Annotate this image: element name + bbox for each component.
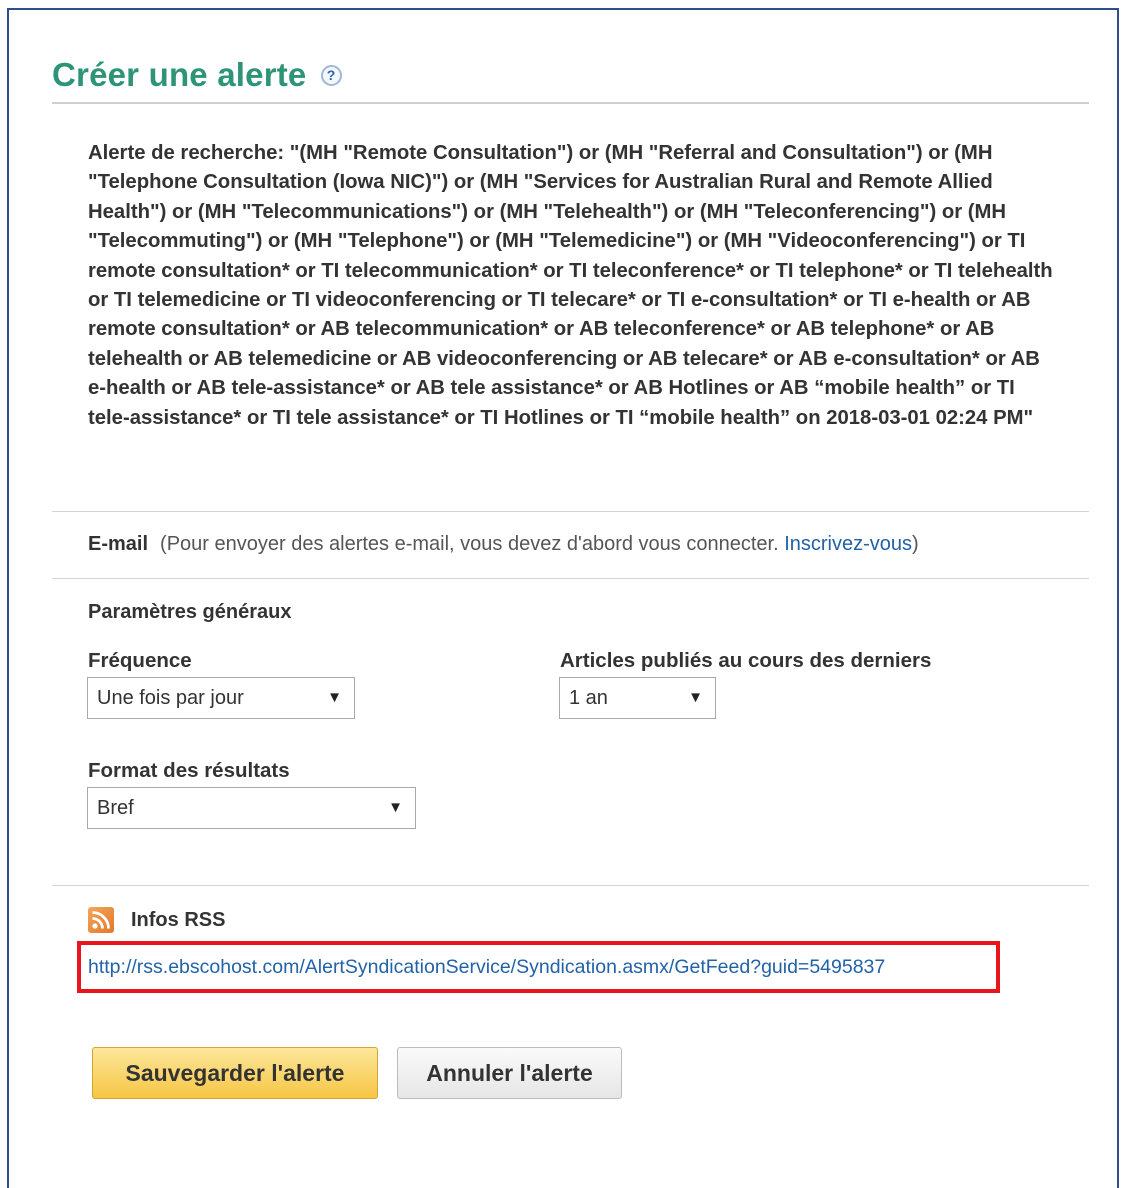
email-note-prefix: (Pour envoyer des alertes e-mail, vous d… <box>160 533 785 555</box>
email-note-suffix: ) <box>912 533 919 555</box>
frequency-select-value: Une fois par jour <box>97 686 244 709</box>
rss-row: Infos RSS <box>88 907 225 933</box>
rss-feed-link[interactable]: http://rss.ebscohost.com/AlertSyndicatio… <box>88 956 885 979</box>
email-row: E-mail (Pour envoyer des alertes e-mail, … <box>88 533 919 556</box>
help-icon[interactable]: ? <box>320 64 342 86</box>
email-label: E-mail <box>88 533 149 555</box>
save-alert-button[interactable]: Sauvegarder l'alerte <box>92 1047 378 1099</box>
divider-email <box>52 578 1089 579</box>
title-divider <box>52 102 1089 104</box>
divider-query <box>52 511 1089 512</box>
page-title: Créer une alerte <box>52 56 307 93</box>
cancel-alert-button[interactable]: Annuler l'alerte <box>397 1047 622 1099</box>
signup-link[interactable]: Inscrivez-vous <box>784 533 912 555</box>
rss-label: Infos RSS <box>131 908 226 931</box>
chevron-down-icon: ▼ <box>327 689 342 706</box>
title-row: Créer une alerte ? <box>52 56 342 94</box>
email-note: (Pour envoyer des alertes e-mail, vous d… <box>160 533 919 555</box>
frequency-label: Fréquence <box>88 649 192 672</box>
period-label: Articles publiés au cours des derniers <box>560 649 932 672</box>
format-label: Format des résultats <box>88 759 290 782</box>
general-settings-heading: Paramètres généraux <box>88 601 292 623</box>
divider-settings <box>52 885 1089 886</box>
chevron-down-icon: ▼ <box>388 799 403 816</box>
search-alert-query: Alerte de recherche: "(MH "Remote Consul… <box>88 142 1053 429</box>
rss-icon <box>88 907 114 933</box>
period-select-value: 1 an <box>569 686 608 709</box>
format-select[interactable]: Bref ▼ <box>87 787 416 829</box>
chevron-down-icon: ▼ <box>688 689 703 706</box>
format-select-value: Bref <box>97 796 134 819</box>
period-select[interactable]: 1 an ▼ <box>559 677 716 719</box>
frequency-select[interactable]: Une fois par jour ▼ <box>87 677 355 719</box>
